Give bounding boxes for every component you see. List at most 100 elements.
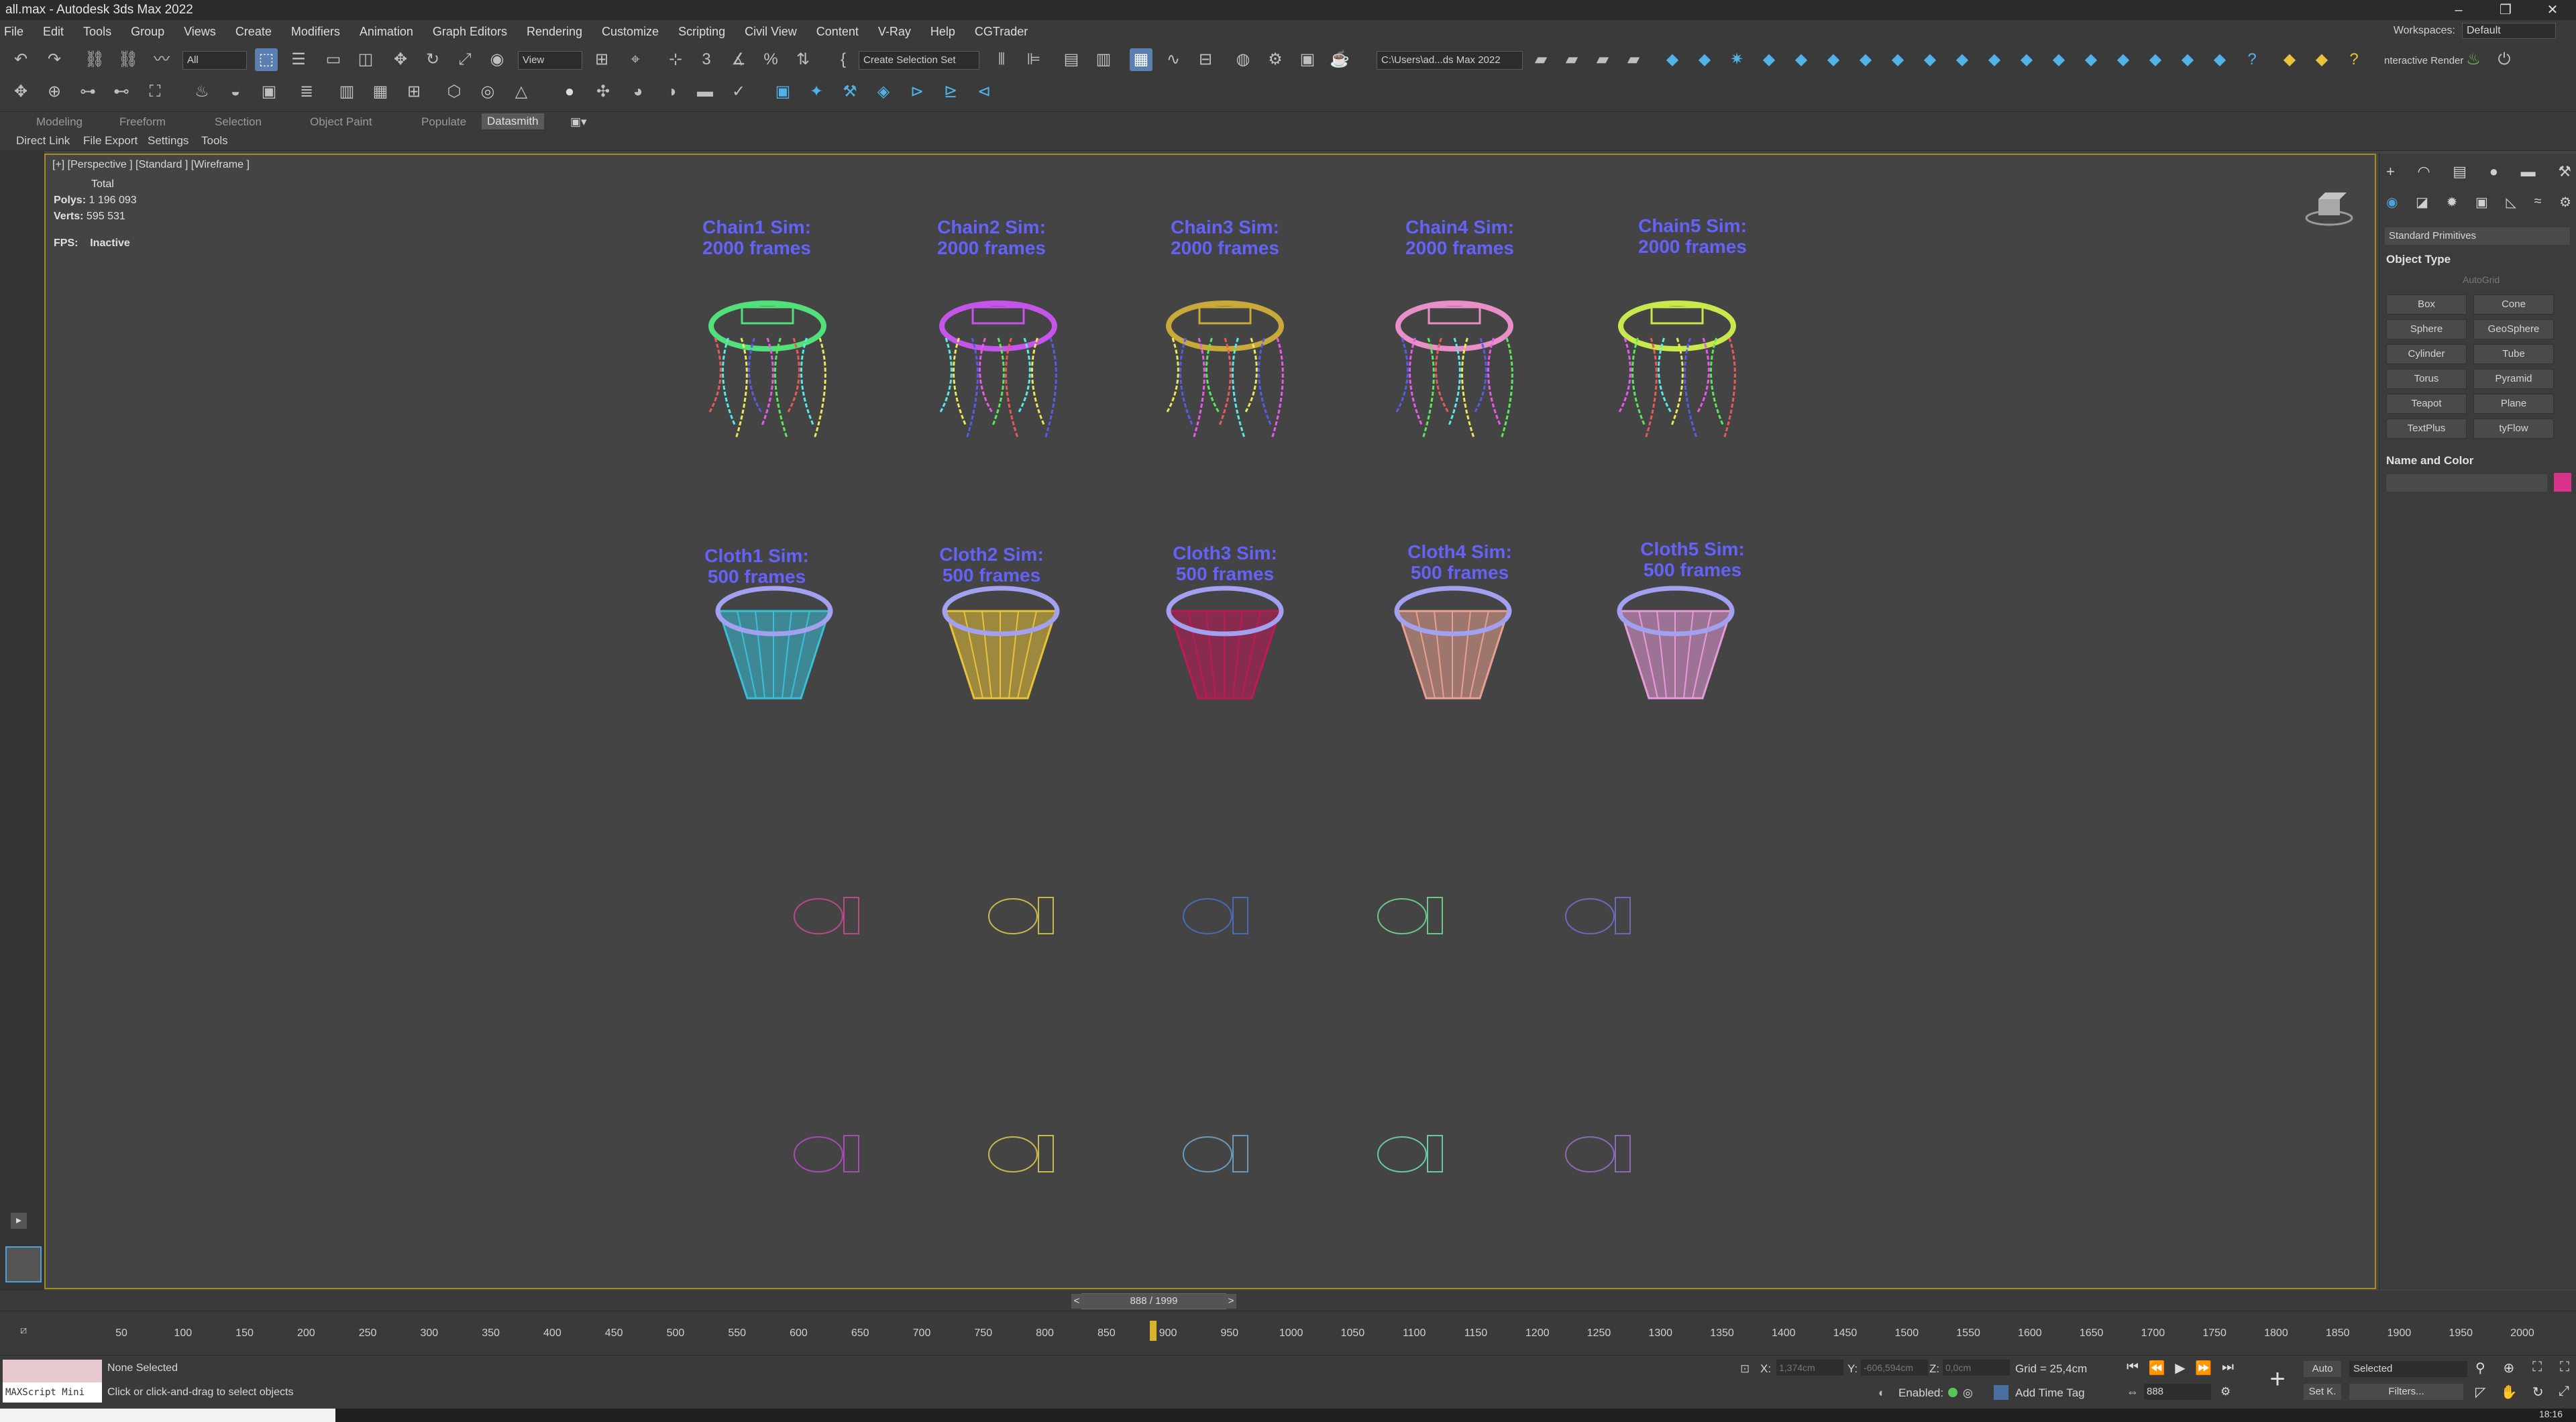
network-icon[interactable]: ⊞ (402, 80, 425, 103)
render-production-icon[interactable]: ☕ (1328, 48, 1351, 71)
key-filters-button[interactable]: Filters... (2349, 1384, 2463, 1400)
geometry-icon[interactable]: ◉ (2386, 194, 2398, 210)
window-crossing-icon[interactable]: ◫ (354, 48, 377, 71)
create-tab-icon[interactable]: + (2386, 163, 2395, 180)
menu-tools[interactable]: Tools (83, 25, 111, 39)
track-bar[interactable]: ⧄ 50 100 150 200 250 300 350 400 450 500 550 600 650… (0, 1311, 2576, 1356)
minimize-button[interactable]: – (2435, 0, 2482, 20)
snaps-toggle-icon[interactable]: 3 (695, 48, 718, 71)
tab-object-paint[interactable]: Object Paint (310, 115, 372, 129)
vray-icon[interactable]: ◆ (2080, 48, 2102, 71)
restore-button[interactable]: ❐ (2482, 0, 2529, 20)
x-coordinate-field[interactable]: 1,374cm (1776, 1360, 1843, 1376)
create-pyramid-button[interactable]: Pyramid (2473, 369, 2554, 389)
name-and-color-rollout-title[interactable]: Name and Color (2386, 454, 2473, 468)
map-icon[interactable]: ▬ (694, 80, 716, 103)
mirror-icon[interactable]: ⫴ (990, 48, 1013, 71)
workspaces-dropdown[interactable]: Default (2462, 23, 2556, 39)
vray-icon[interactable]: ◆ (1951, 48, 1974, 71)
schematic-view-icon[interactable]: ⊟ (1194, 48, 1217, 71)
set-key-plus-icon[interactable]: + (2261, 1362, 2294, 1396)
layers-icon[interactable]: ≣ (295, 80, 318, 103)
menu-content[interactable]: Content (816, 25, 859, 39)
power-icon[interactable]: ⏻ (2493, 48, 2516, 71)
small-sim-object[interactable] (988, 1135, 1054, 1172)
tool-icon[interactable]: ⚒ (839, 80, 861, 103)
menu-animation[interactable]: Animation (360, 25, 413, 39)
viewport-layout-icon[interactable] (5, 1246, 42, 1282)
folder-icon[interactable]: ▰ (1591, 48, 1614, 71)
sphere-icon[interactable]: ◒ (224, 80, 247, 103)
trackbar-toggle-icon[interactable]: ⧄ (20, 1325, 27, 1337)
vray-icon[interactable]: ◆ (1854, 48, 1877, 71)
go-to-end-icon[interactable]: ⏭ (2222, 1360, 2234, 1380)
align-icon[interactable]: ⊫ (1022, 48, 1045, 71)
display-tab-icon[interactable]: ▬ (2521, 163, 2536, 180)
tab-datasmith[interactable]: Datasmith (482, 113, 544, 129)
auto-key-button[interactable]: Auto (2304, 1361, 2341, 1377)
time-tag-toggle-icon[interactable] (1994, 1385, 2008, 1400)
tool-icon[interactable]: ▣ (771, 80, 794, 103)
folder-icon[interactable]: ▰ (1560, 48, 1583, 71)
box-icon[interactable]: ⬡ (443, 80, 466, 103)
maxscript-listener[interactable]: MAXScript Mini (3, 1360, 102, 1404)
vray-icon[interactable]: ◆ (1983, 48, 2006, 71)
time-slider-playhead[interactable] (1150, 1321, 1157, 1341)
menu-cgtrader[interactable]: CGTrader (975, 25, 1028, 39)
vray-logo-icon[interactable]: ✓ (727, 80, 750, 103)
adaptive-degradation-icon[interactable]: ◐ (1878, 1386, 1885, 1400)
go-to-start-icon[interactable]: ⏮ (2127, 1360, 2139, 1380)
menu-v-ray[interactable]: V-Ray (878, 25, 911, 39)
select-by-name-icon[interactable]: ☰ (287, 48, 310, 71)
taskbar-search-box[interactable] (0, 1409, 335, 1422)
chain-hoop-model[interactable] (1395, 300, 1513, 439)
vray-icon[interactable]: ◆ (2112, 48, 2135, 71)
z-coordinate-field[interactable]: 0,0cm (1943, 1360, 2010, 1376)
menu-rendering[interactable]: Rendering (527, 25, 582, 39)
menu-customize[interactable]: Customize (602, 25, 659, 39)
hierarchy-tab-icon[interactable]: ▤ (2453, 163, 2467, 180)
play-icon[interactable]: ▶ (2175, 1360, 2185, 1380)
shapes-icon[interactable]: ◪ (2416, 194, 2428, 210)
subtab-file-export[interactable]: File Export (83, 134, 138, 148)
previous-frame-icon[interactable]: ⏪ (2149, 1360, 2165, 1380)
teapot-icon[interactable]: ♨ (191, 80, 213, 103)
cameras-icon[interactable]: ▣ (2475, 194, 2488, 210)
shader-icon[interactable]: ◑ (660, 80, 683, 103)
zoom-all-icon[interactable]: ⊕ (2504, 1360, 2515, 1376)
particles-icon[interactable]: ✣ (592, 80, 614, 103)
material-editor-icon[interactable]: ◍ (1232, 48, 1254, 71)
fov-icon[interactable]: ◸ (2475, 1384, 2485, 1401)
menu-views[interactable]: Views (184, 25, 216, 39)
percent-snap-icon[interactable]: % (759, 48, 782, 71)
cloth-net-model[interactable] (1617, 586, 1735, 700)
place-icon[interactable]: ◉ (486, 48, 508, 71)
chain-hoop-model[interactable] (1166, 300, 1284, 439)
cone-icon[interactable]: △ (510, 80, 533, 103)
undo-icon[interactable]: ↶ (9, 48, 32, 71)
layer-explorer-icon[interactable]: ▥ (1092, 48, 1115, 71)
tool-icon[interactable]: ⊲ (973, 80, 996, 103)
keyboard-shortcut-icon[interactable]: ⊹ (664, 48, 687, 71)
vray-icon[interactable]: ◆ (2047, 48, 2070, 71)
vray-icon[interactable]: ◆ (2144, 48, 2167, 71)
vray-icon[interactable]: ◆ (1758, 48, 1780, 71)
object-color-swatch[interactable] (2554, 473, 2571, 492)
object-name-field[interactable] (2386, 474, 2547, 492)
select-region-icon[interactable]: ⊕ (43, 80, 66, 103)
next-frame-icon[interactable]: ⏩ (2195, 1360, 2212, 1380)
spinner-snap-icon[interactable]: ⇅ (792, 48, 814, 71)
sphere-icon[interactable]: ● (558, 80, 581, 103)
rendered-frame-window-icon[interactable]: ▣ (1296, 48, 1319, 71)
maxscript-mini-input[interactable]: MAXScript Mini (3, 1382, 102, 1403)
scene-explorer-icon[interactable]: ▤ (1060, 48, 1083, 71)
select-object-icon[interactable]: ⬚ (255, 48, 278, 71)
small-sim-object[interactable] (988, 897, 1054, 934)
enabled-indicator[interactable] (1948, 1388, 1957, 1397)
isolate-selection-icon[interactable]: ⊡ (1740, 1362, 1750, 1376)
menu-edit[interactable]: Edit (43, 25, 64, 39)
hierarchy-icon[interactable]: ⊷ (110, 80, 133, 103)
menu-civil-view[interactable]: Civil View (745, 25, 797, 39)
render-icon[interactable]: ▥ (335, 80, 358, 103)
create-cylinder-button[interactable]: Cylinder (2386, 344, 2467, 364)
